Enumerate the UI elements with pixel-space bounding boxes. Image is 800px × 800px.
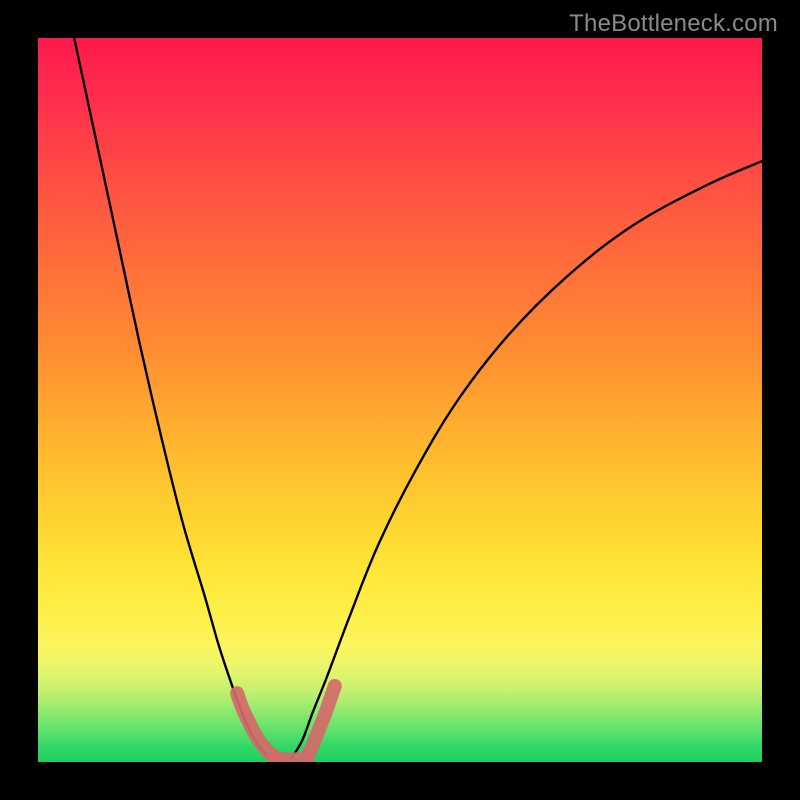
- series-highlight-right: [307, 686, 335, 756]
- series-left-curve: [74, 38, 266, 755]
- chart-stage: TheBottleneck.com: [0, 0, 800, 800]
- watermark-text: TheBottleneck.com: [569, 10, 778, 38]
- series-group: [74, 38, 762, 759]
- curves-svg: [38, 38, 762, 762]
- series-right-curve: [291, 161, 762, 758]
- series-highlight-left: [237, 693, 275, 757]
- plot-area: [38, 38, 762, 762]
